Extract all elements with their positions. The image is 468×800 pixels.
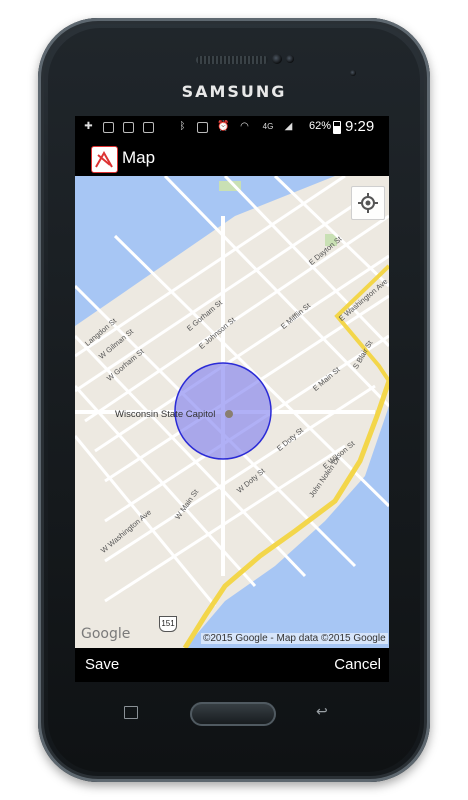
recent-apps-icon[interactable] (124, 706, 138, 719)
4g-lte-icon: 4G (262, 122, 274, 131)
proximity-sensor (286, 55, 294, 63)
poi-label[interactable]: Wisconsin State Capitol (115, 409, 215, 420)
cancel-button[interactable]: Cancel (334, 656, 381, 673)
wifi-icon: ◠ (240, 121, 249, 132)
bluetooth-icon: ᛒ (179, 121, 186, 132)
plus-icon: ✚ (84, 121, 93, 132)
my-location-icon (358, 193, 378, 213)
map-copyright: ©2015 Google - Map data ©2015 Google (201, 633, 388, 644)
app-logo-icon[interactable] (91, 146, 118, 173)
action-bar: Map (75, 138, 389, 176)
notification-led (350, 70, 356, 76)
back-icon[interactable]: ↩ (316, 703, 328, 720)
google-logo: Google (81, 626, 131, 642)
earpiece-speaker (196, 56, 268, 64)
signal-icon: ◢ (284, 121, 293, 132)
calendar-icon (143, 122, 154, 133)
save-button[interactable]: Save (85, 656, 119, 673)
calendar-icon (123, 122, 134, 133)
nfc-icon (197, 122, 208, 133)
capitol-icon[interactable] (225, 410, 233, 418)
route-shield: 151 (159, 616, 177, 632)
battery-icon (333, 121, 341, 134)
bottom-action-bar: Save Cancel (75, 648, 389, 682)
brand-logo: SAMSUNG (181, 82, 287, 101)
status-bar: ✚ ᛒ ⏰ ◠ 4G ◢ 62% 9:29 PM (75, 116, 389, 152)
home-button[interactable] (190, 702, 276, 726)
screen: ✚ ᛒ ⏰ ◠ 4G ◢ 62% 9:29 PM Map (75, 116, 389, 682)
battery-percent: 62% (309, 120, 332, 132)
alarm-icon: ⏰ (217, 121, 230, 132)
front-camera (272, 54, 282, 64)
page-title: Map (122, 148, 156, 167)
my-location-button[interactable] (351, 186, 385, 220)
calendar-icon (103, 122, 114, 133)
map-view[interactable]: Langdon St W Gilman St W Gorham St E Gor… (75, 176, 389, 648)
